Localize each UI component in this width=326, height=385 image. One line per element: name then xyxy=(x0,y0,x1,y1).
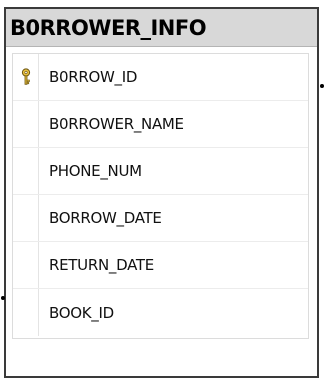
column-name: PHONE_NUM xyxy=(49,162,142,180)
relationship-connector-dot xyxy=(1,296,5,300)
column-name: BOOK_ID xyxy=(49,303,114,322)
table-title: B0RROWER_INFO xyxy=(10,15,207,40)
key-cell xyxy=(13,289,39,336)
column-row[interactable]: BOOK_ID xyxy=(13,289,308,336)
column-row[interactable]: PHONE_NUM xyxy=(13,148,308,195)
column-grid: B0RROW_ID B0RROWER_NAME PHONE_NUM BORROW… xyxy=(12,53,309,339)
table-title-bar[interactable]: B0RROWER_INFO xyxy=(6,9,317,47)
primary-key-icon xyxy=(21,68,30,85)
column-row[interactable]: BORROW_DATE xyxy=(13,195,308,242)
column-name: B0RROW_ID xyxy=(49,68,138,86)
column-row[interactable]: B0RROW_ID xyxy=(13,54,308,101)
key-cell xyxy=(13,54,39,100)
key-cell xyxy=(13,242,39,288)
key-cell xyxy=(13,195,39,241)
column-row[interactable]: RETURN_DATE xyxy=(13,242,308,289)
column-name: BORROW_DATE xyxy=(49,209,162,227)
column-name: B0RROWER_NAME xyxy=(49,115,184,133)
relationship-connector-dot xyxy=(320,84,324,88)
entity-table-borrower-info[interactable]: B0RROWER_INFO B0RROW_ID B0RROWER_NAME PH… xyxy=(4,7,319,378)
key-cell xyxy=(13,148,39,194)
key-cell xyxy=(13,101,39,147)
column-name: RETURN_DATE xyxy=(49,256,154,274)
column-row[interactable]: B0RROWER_NAME xyxy=(13,101,308,148)
